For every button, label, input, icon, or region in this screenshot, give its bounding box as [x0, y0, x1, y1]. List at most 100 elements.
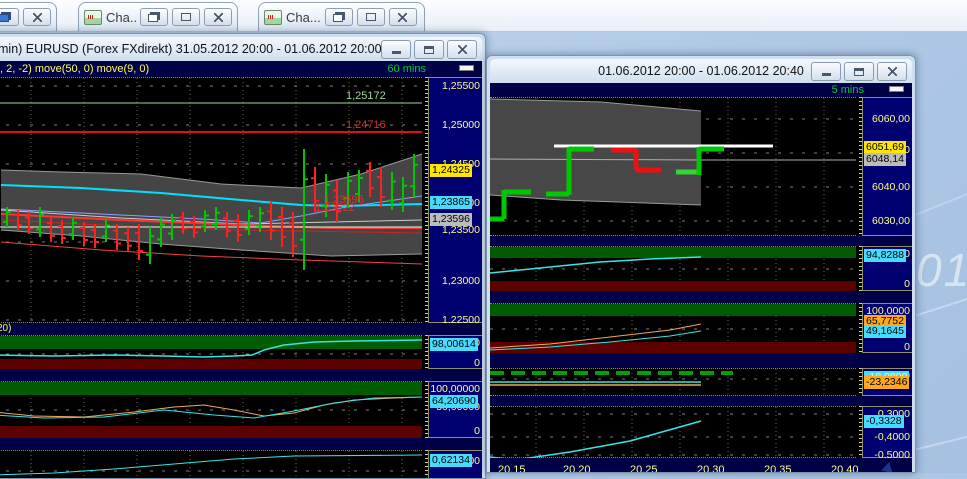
oscillator-axis[interactable]: 00 0,62134: [428, 450, 482, 478]
tab-label: Cha...: [106, 10, 136, 25]
oscillator-axis[interactable]: 100,0000 65,7752 49,1645 0: [862, 303, 912, 353]
indicator-value-tag: -0,3328: [864, 415, 904, 428]
close-button[interactable]: [204, 8, 232, 26]
indicator-title: 20): [0, 323, 11, 334]
panel-separator: [490, 236, 912, 246]
maximize-icon: [854, 68, 864, 76]
maximize-button[interactable]: [844, 62, 874, 81]
price-axis[interactable]: 1,25500 1,25000 1,24500 1,24000 1,23500 …: [428, 77, 482, 323]
indicator-header-bar: 5 mins: [490, 83, 912, 97]
panel-separator: [490, 291, 912, 303]
window-title: min) EURUSD (Forex FXdirekt) 31.05.2012 …: [0, 42, 382, 56]
window-title: 01.06.2012 20:00 - 01.06.2012 20:40: [598, 64, 804, 78]
tab-label: Cha...: [286, 10, 321, 25]
oscillator-plot[interactable]: [0, 381, 422, 438]
timeframe-label: 60 mins: [387, 63, 426, 75]
restore-icon: [0, 14, 9, 22]
axis-label: -0,4000: [874, 431, 910, 443]
chart-window-5min: 01.06.2012 20:00 - 01.06.2012 20:40 5 mi…: [486, 55, 916, 473]
oscillator-axis[interactable]: 0 -18,9890 -23,2346: [862, 368, 912, 396]
axis-label: 1,25000: [442, 119, 480, 131]
axis-label: 0: [904, 341, 910, 353]
oscillator-plot[interactable]: [490, 246, 856, 291]
indicator-value-tag: 0,62134: [430, 454, 472, 467]
minimized-chart-tab[interactable]: Cha...: [78, 2, 238, 31]
collapse-panel-button[interactable]: [889, 86, 904, 92]
panel-separator: ): [0, 369, 482, 381]
axis-label: 6040,00: [872, 181, 910, 193]
oscillator-plot[interactable]: [490, 368, 856, 396]
oscillator-axis[interactable]: 100,00000 50,00000 64,20690 0: [428, 381, 482, 438]
chart-window-icon: [84, 10, 102, 25]
chart-window-icon: [264, 10, 282, 25]
axis-label: 1,23000: [442, 275, 480, 287]
oscillator-axis[interactable]: 0 94,8288 0: [862, 246, 912, 291]
close-icon: [398, 13, 407, 22]
minimize-button[interactable]: [811, 62, 841, 81]
panel-separator: [490, 396, 912, 406]
close-icon: [214, 13, 223, 22]
price-axis[interactable]: 6060,00 0 6051,69 6048,14 6040,00 6030,0…: [862, 97, 912, 236]
timeframe-label: 5 mins: [832, 84, 864, 96]
oscillator-panel-2: 100,0000 65,7752 49,1645 0: [490, 303, 912, 353]
support-level-label: 1,24716: [346, 119, 386, 131]
indicator-value-tag: 64,20690: [430, 395, 478, 408]
chart-client-area: , 2, -2) move(50, 0) move(9, 0) 60 mins: [0, 61, 482, 478]
window-titlebar[interactable]: min) EURUSD (Forex FXdirekt) 31.05.2012 …: [0, 37, 482, 61]
oscillator-panel-2: 100,00000 50,00000 64,20690 0: [0, 381, 482, 438]
indicator-value-tag: -23,2346: [864, 376, 909, 389]
last-price-tag: 1,24325: [430, 164, 472, 177]
restore-icon: [333, 14, 343, 22]
minimized-chart-tab[interactable]: Cha...: [258, 2, 425, 31]
minimize-button[interactable]: [381, 40, 411, 59]
minimize-button[interactable]: [172, 8, 200, 26]
restore-button[interactable]: [0, 8, 19, 26]
close-button[interactable]: [877, 62, 907, 81]
oscillator-axis[interactable]: 0,3000 -0,3328 -0,4000 -0,5000: [862, 406, 912, 458]
chart-window-eurusd-60min: min) EURUSD (Forex FXdirekt) 31.05.2012 …: [0, 33, 486, 479]
close-icon: [888, 67, 897, 76]
desktop-decor-line: [908, 183, 967, 219]
oscillator-plot[interactable]: [490, 303, 856, 353]
oscillator-panel-1: 0 98,00614 0: [0, 335, 482, 369]
indicator-value-tag: 98,00614: [430, 338, 478, 351]
oscillator-panel-1: 0 94,8288 0: [490, 246, 912, 291]
time-axis[interactable]: 20.15 20.20 20.25 20.30 20.35 20.40: [490, 458, 912, 472]
minimized-chart-tab[interactable]: [0, 2, 57, 31]
axis-label: 6060,00: [872, 113, 910, 125]
time-label: 20.35: [764, 464, 792, 472]
time-label: 20.25: [630, 464, 658, 472]
gray-price-tag: 1,23596: [430, 213, 472, 226]
scroll-arrow-icon[interactable]: [881, 461, 895, 472]
maximize-button[interactable]: [414, 40, 444, 59]
axis-label: 0: [474, 425, 480, 437]
time-label: 20.15: [498, 464, 526, 472]
indicator-header-bar: , 2, -2) move(50, 0) move(9, 0) 60 mins: [0, 61, 482, 77]
resistance-level-label: 1,25172: [346, 90, 386, 102]
time-label: 20.20: [563, 464, 591, 472]
gray-price-tag: 6048,14: [864, 153, 906, 166]
close-button[interactable]: [23, 8, 51, 26]
mdi-tab-strip: Cha... Cha...: [0, 0, 967, 32]
close-icon: [33, 13, 42, 22]
close-button[interactable]: [389, 8, 417, 26]
minimize-icon: [392, 51, 401, 54]
close-button[interactable]: [447, 40, 477, 59]
oscillator-plot[interactable]: [0, 450, 422, 478]
minimize-icon: [181, 13, 191, 21]
restore-button[interactable]: [140, 8, 168, 26]
panel-separator: [0, 438, 482, 450]
oscillator-axis[interactable]: 0 98,00614 0: [428, 335, 482, 369]
collapse-panel-button[interactable]: [459, 65, 474, 71]
price-chart-plot[interactable]: 1,25172 1,24716 1,23595 1,23522: [0, 77, 422, 323]
restore-button[interactable]: [325, 8, 353, 26]
oscillator-plot[interactable]: [0, 335, 422, 369]
oscillator-panel-3: 00 0,62134: [0, 450, 482, 478]
price-chart-plot[interactable]: [490, 97, 856, 236]
maximize-icon: [424, 46, 434, 54]
price-overlay-label: 1,23522: [315, 202, 355, 214]
window-titlebar[interactable]: 01.06.2012 20:00 - 01.06.2012 20:40: [490, 59, 912, 83]
oscillator-plot[interactable]: [490, 406, 856, 458]
minimize-button[interactable]: [357, 8, 385, 26]
oscillator-panel-4: 0,3000 -0,3328 -0,4000 -0,5000: [490, 406, 912, 458]
